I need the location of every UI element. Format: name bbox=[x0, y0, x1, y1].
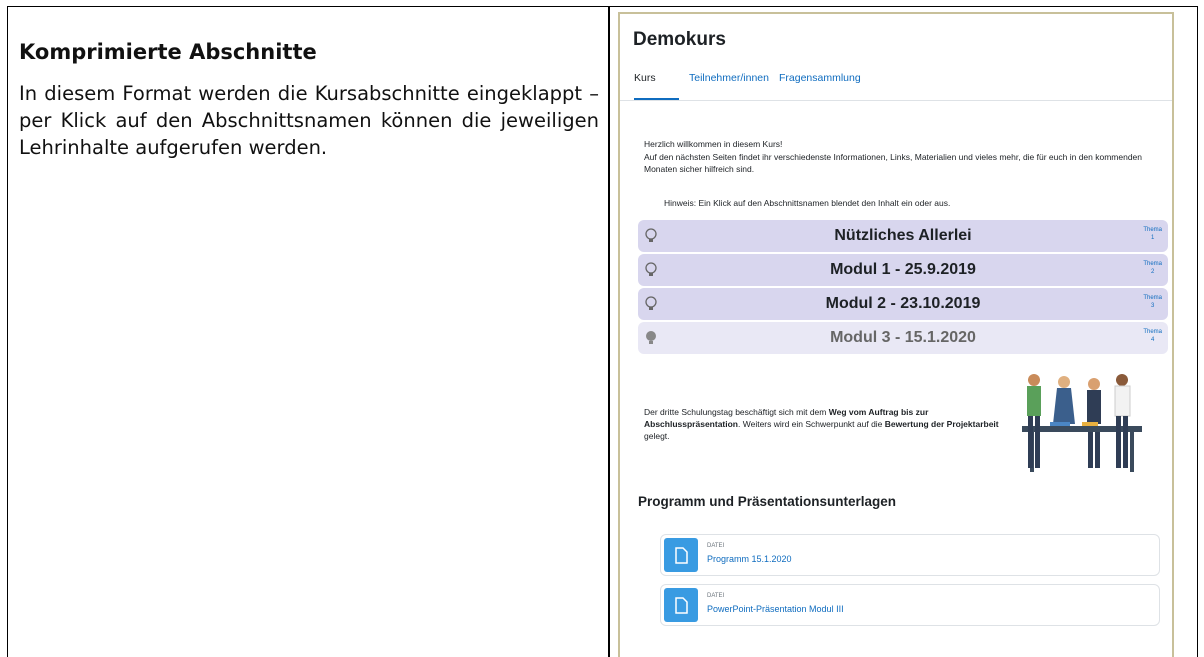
table-divider bbox=[608, 6, 610, 657]
left-cell: Komprimierte Abschnitte In diesem Format… bbox=[19, 40, 599, 161]
file-powerpoint[interactable]: DATEI PowerPoint-Präsentation Modul III bbox=[660, 584, 1160, 626]
section-modul-1[interactable]: Modul 1 - 25.9.2019 Thema 2 bbox=[638, 254, 1168, 286]
section-title: Modul 1 - 25.9.2019 bbox=[830, 261, 976, 278]
section-modul-3[interactable]: Modul 3 - 15.1.2020 Thema 4 bbox=[638, 322, 1168, 354]
tab-fragensammlung[interactable]: Fragensammlung bbox=[779, 70, 861, 86]
course-screenshot: Demokurs Kurs Teilnehmer/innen Fragensam… bbox=[618, 12, 1174, 657]
course-tabs: Kurs Teilnehmer/innen Fragensammlung bbox=[620, 70, 1172, 101]
team-illustration bbox=[1022, 374, 1142, 472]
active-tab-indicator bbox=[634, 98, 679, 100]
file-link[interactable]: Programm 15.1.2020 bbox=[707, 554, 792, 564]
section-title: Modul 2 - 23.10.2019 bbox=[825, 295, 981, 312]
file-link[interactable]: PowerPoint-Präsentation Modul III bbox=[707, 604, 844, 614]
welcome-text: Herzlich willkommen in diesem Kurs! bbox=[644, 139, 783, 149]
tab-teilnehmer[interactable]: Teilnehmer/innen bbox=[689, 70, 769, 86]
file-icon bbox=[664, 588, 698, 622]
file-type: DATEI bbox=[707, 543, 725, 549]
section-number: Thema 2 bbox=[1143, 261, 1162, 275]
course-title: Demokurs bbox=[633, 29, 726, 50]
module-description: Der dritte Schulungstag beschäftigt sich… bbox=[644, 407, 999, 441]
file-icon bbox=[664, 538, 698, 572]
document-heading: Komprimierte Abschnitte bbox=[19, 40, 317, 64]
section-title: Nützliches Allerlei bbox=[834, 227, 972, 244]
hint-text: Hinweis: Ein Klick auf den Abschnittsnam… bbox=[664, 198, 951, 208]
section-number: Thema 3 bbox=[1143, 295, 1162, 309]
section-number: Thema 1 bbox=[1143, 227, 1162, 241]
file-programm[interactable]: DATEI Programm 15.1.2020 bbox=[660, 534, 1160, 576]
file-type: DATEI bbox=[707, 593, 725, 599]
section-number: Thema 4 bbox=[1143, 329, 1162, 343]
program-heading: Programm und Präsentationsunterlagen bbox=[638, 494, 897, 509]
section-nuetzliches-allerlei[interactable]: Nützliches Allerlei Thema 1 bbox=[638, 220, 1168, 252]
section-modul-2[interactable]: Modul 2 - 23.10.2019 Thema 3 bbox=[638, 288, 1168, 320]
section-title: Modul 3 - 15.1.2020 bbox=[830, 329, 976, 346]
document-body: In diesem Format werden die Kursabschnit… bbox=[19, 82, 599, 159]
intro-text: Auf den nächsten Seiten findet ihr versc… bbox=[644, 152, 1143, 174]
tab-kurs[interactable]: Kurs bbox=[634, 70, 656, 86]
